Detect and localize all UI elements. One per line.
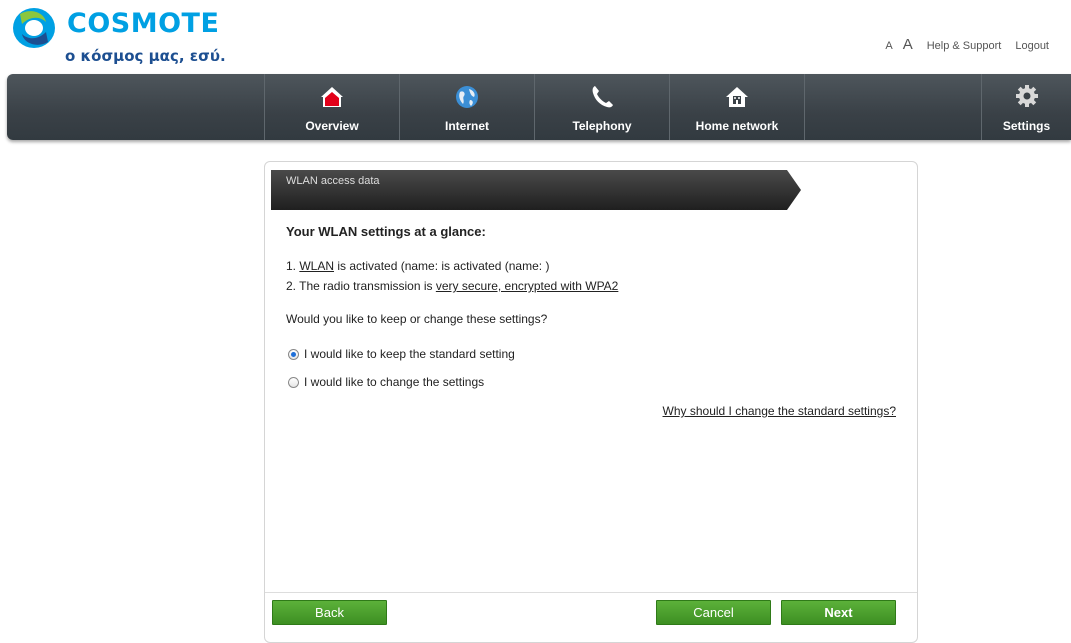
nav-internet[interactable]: Internet (399, 74, 534, 140)
nav-settings-label: Settings (1002, 119, 1051, 133)
gear-icon (1015, 85, 1038, 107)
font-size-small-button[interactable]: A (885, 40, 892, 52)
status-line-1-prefix: 1. (286, 259, 300, 273)
home-network-icon (726, 87, 748, 107)
brand-slogan: ο κόσμος μας, εσύ. (65, 47, 226, 65)
nav-home-network-label: Home network (695, 119, 779, 133)
page-title: Your WLAN settings at a glance: (286, 224, 486, 239)
wlan-panel: WLAN access data Your WLAN settings at a… (264, 161, 918, 643)
nav-overview-label: Overview (305, 119, 359, 133)
footer-divider (265, 592, 917, 593)
nav-spacer (804, 74, 982, 140)
status-line-2-prefix: 2. The radio transmission is (286, 279, 436, 293)
wlan-link[interactable]: WLAN (299, 259, 334, 273)
question-text: Would you like to keep or change these s… (286, 312, 548, 326)
cancel-button[interactable]: Cancel (656, 600, 771, 625)
keep-standard-radio[interactable] (288, 348, 299, 360)
logout-link[interactable]: Logout (1015, 40, 1049, 52)
main-nav: Overview Internet Telephony Home network (7, 74, 1071, 140)
keep-standard-label: I would like to keep the standard settin… (304, 347, 515, 361)
status-line-1-suffix: is activated (name: is activated (name: … (334, 259, 550, 273)
brand-name: COSMOTE (67, 8, 220, 39)
font-size-large-button[interactable]: A (903, 36, 913, 53)
phone-icon (592, 86, 613, 108)
nav-overview[interactable]: Overview (264, 74, 399, 140)
why-change-link[interactable]: Why should I change the standard setting… (663, 404, 896, 418)
nav-settings[interactable]: Settings (981, 74, 1071, 140)
help-support-link[interactable]: Help & Support (927, 40, 1002, 52)
keep-standard-option[interactable]: I would like to keep the standard settin… (288, 347, 515, 361)
top-links: A A Help & Support Logout (885, 36, 1049, 53)
cosmote-logo-mark-icon (13, 8, 55, 48)
nav-home-network[interactable]: Home network (669, 74, 804, 140)
encryption-link[interactable]: very secure, encrypted with WPA2 (436, 279, 619, 293)
change-settings-option[interactable]: I would like to change the settings (288, 375, 484, 389)
status-line-2: 2. The radio transmission is very secure… (286, 279, 618, 293)
section-title: WLAN access data (286, 175, 380, 187)
change-settings-radio[interactable] (288, 376, 299, 388)
next-button[interactable]: Next (781, 600, 896, 625)
nav-telephony[interactable]: Telephony (534, 74, 669, 140)
home-icon (321, 87, 343, 107)
status-line-1: 1. WLAN is activated (name: is activated… (286, 259, 549, 273)
change-settings-label: I would like to change the settings (304, 375, 485, 389)
back-button[interactable]: Back (272, 600, 387, 625)
nav-internet-label: Internet (444, 119, 489, 133)
globe-icon (456, 86, 478, 108)
cosmote-logo: COSMOTE ο κόσμος μας, εσύ. (10, 6, 240, 68)
nav-telephony-label: Telephony (572, 119, 632, 133)
